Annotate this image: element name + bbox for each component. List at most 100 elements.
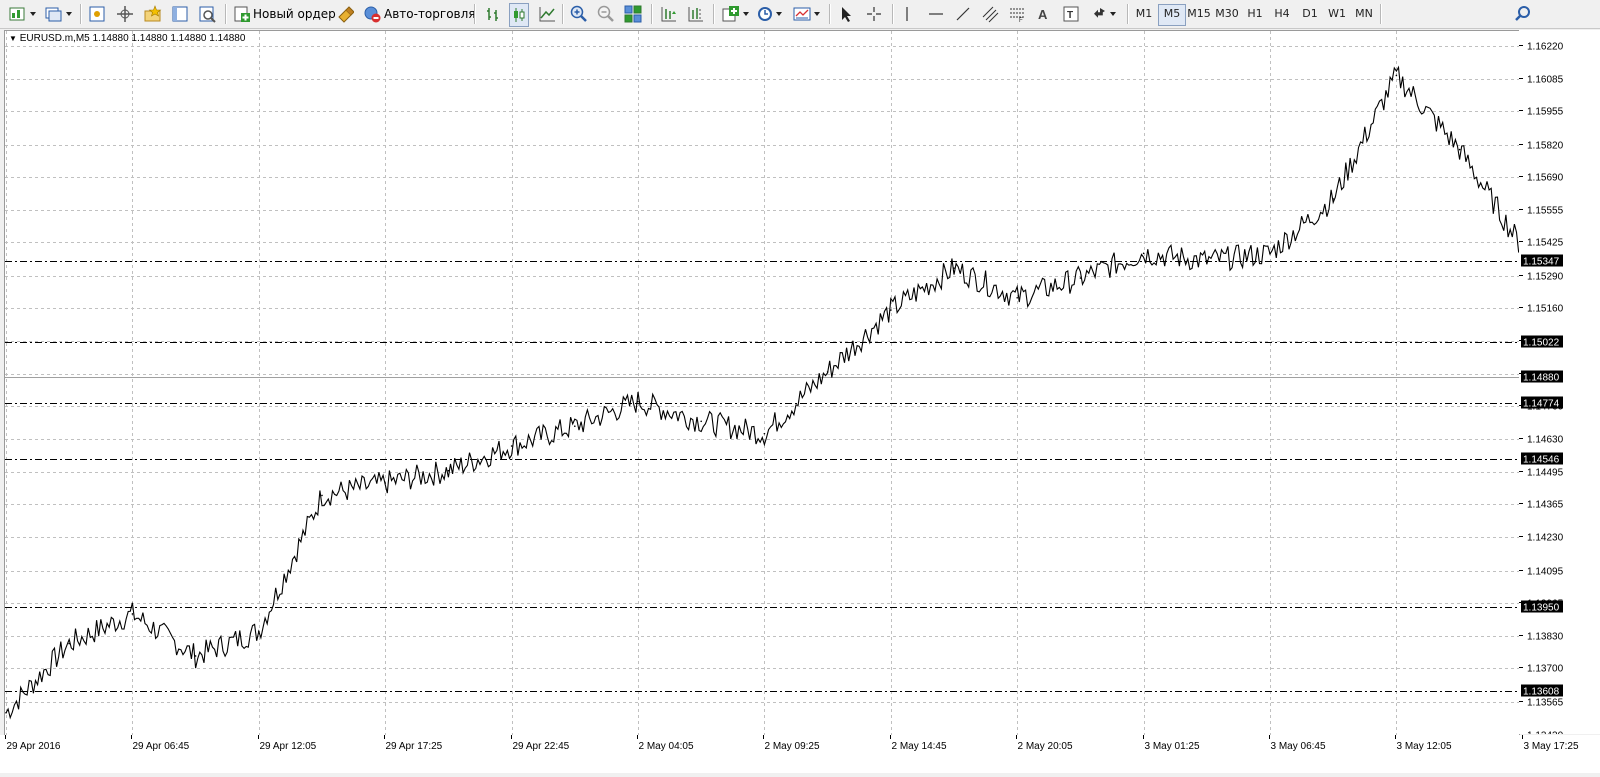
price-point xyxy=(1079,277,1082,279)
chart-area[interactable]: ▼ EURUSD.m,M5 1.14880 1.14880 1.14880 1.… xyxy=(4,30,1520,736)
level-price-label: 1.14546 xyxy=(1523,455,1560,466)
market-watch-icon xyxy=(89,6,105,22)
zoom-in-button[interactable] xyxy=(570,3,588,25)
price-point xyxy=(826,371,829,373)
candlestick-button[interactable] xyxy=(509,3,529,27)
bar-chart-button[interactable] xyxy=(484,3,502,25)
text-label-button[interactable]: T xyxy=(1062,3,1080,25)
horizontal-line-button[interactable] xyxy=(927,3,945,25)
tile-windows-icon xyxy=(624,5,642,23)
price-chart xyxy=(5,31,1519,735)
timeframe-m1[interactable]: M1 xyxy=(1131,4,1157,24)
auto-scroll-button[interactable] xyxy=(659,3,677,25)
timeframe-d1[interactable]: D1 xyxy=(1297,4,1323,24)
price-point xyxy=(1269,252,1271,255)
svg-text:F: F xyxy=(1019,18,1023,23)
vertical-line-icon xyxy=(906,7,908,21)
price-label: 1.15555 xyxy=(1527,206,1564,217)
price-point xyxy=(68,642,70,645)
price-point xyxy=(637,400,639,403)
arrows-button[interactable] xyxy=(1090,3,1116,25)
timeframe-h1[interactable]: H1 xyxy=(1242,4,1268,24)
metaeditor-button[interactable] xyxy=(336,3,354,25)
search-button[interactable] xyxy=(1514,3,1532,25)
market-watch-button[interactable] xyxy=(88,3,106,25)
main-toolbar: Новый ордер Авто-торговля F A T M1 M5 M1… xyxy=(0,0,1600,29)
navigator-button[interactable] xyxy=(116,3,134,25)
time-label: 2 May 04:05 xyxy=(639,741,694,752)
templates-button[interactable] xyxy=(792,3,820,25)
time-label: 29 Apr 2016 xyxy=(7,741,61,752)
price-point xyxy=(5,711,7,714)
timeframe-w1[interactable]: W1 xyxy=(1324,4,1350,24)
time-label: 29 Apr 17:25 xyxy=(386,741,443,752)
text-label-icon: T xyxy=(1063,6,1079,22)
new-order-icon xyxy=(234,6,250,22)
tile-windows-button[interactable] xyxy=(624,3,642,25)
price-label: 1.13700 xyxy=(1527,664,1564,675)
chart-shift-button[interactable] xyxy=(686,3,704,25)
crosshair-button[interactable] xyxy=(865,3,883,25)
periods-button[interactable] xyxy=(756,3,782,25)
line-chart-button[interactable] xyxy=(538,3,556,25)
price-point xyxy=(700,420,702,423)
chart-symbol-label: ▼ EURUSD.m,M5 1.14880 1.14880 1.14880 1.… xyxy=(9,33,246,44)
chart-shift-icon xyxy=(688,7,703,22)
templates-icon xyxy=(793,7,811,21)
price-label: 1.13830 xyxy=(1527,632,1564,643)
level-price-label: 1.15022 xyxy=(1523,338,1560,349)
indicators-button[interactable] xyxy=(721,3,749,25)
price-label: 1.15425 xyxy=(1527,238,1564,249)
profiles-button[interactable] xyxy=(44,3,72,25)
timeframe-m5[interactable]: M5 xyxy=(1158,4,1186,26)
price-point xyxy=(1458,148,1461,151)
time-label: 3 May 01:25 xyxy=(1145,741,1200,752)
price-point xyxy=(258,630,260,633)
timeframe-mn[interactable]: MN xyxy=(1351,4,1377,24)
zoom-out-button[interactable] xyxy=(597,3,615,25)
svg-text:T: T xyxy=(1067,10,1073,21)
time-label: 29 Apr 12:05 xyxy=(260,741,317,752)
price-label: 1.16220 xyxy=(1527,42,1564,53)
timeframe-m30[interactable]: M30 xyxy=(1214,4,1240,24)
new-chart-button[interactable] xyxy=(8,3,36,25)
text-a-icon: A xyxy=(1038,7,1048,22)
price-label: 1.14230 xyxy=(1527,533,1564,544)
trendline-icon xyxy=(956,7,970,21)
trendline-button[interactable] xyxy=(954,3,972,25)
auto-trading-button[interactable]: Авто-торговля xyxy=(363,3,476,25)
bar-chart-icon xyxy=(487,8,498,21)
clock-icon xyxy=(758,7,772,21)
time-label: 2 May 20:05 xyxy=(1018,741,1073,752)
favorites-button[interactable] xyxy=(143,3,163,25)
price-axis[interactable]: 1.16220 1.16085 1.15955 1.15820 1.15690 1.155… xyxy=(1519,30,1600,742)
arrows-icon xyxy=(1094,8,1105,18)
level-price-label: 1.14774 xyxy=(1523,399,1560,410)
terminal-button[interactable] xyxy=(171,3,189,25)
time-axis[interactable]: 29 Apr 2016 29 Apr 06:45 29 Apr 12:05 29 Ap… xyxy=(0,735,1600,773)
price-series-line xyxy=(5,65,1519,720)
strategy-tester-button[interactable] xyxy=(198,3,216,25)
zoom-out-icon xyxy=(597,5,614,22)
auto-scroll-icon xyxy=(661,7,676,22)
price-point xyxy=(321,494,323,497)
new-order-button[interactable]: Новый ордер xyxy=(233,3,336,25)
cursor-button[interactable] xyxy=(838,3,854,25)
price-point xyxy=(510,445,513,447)
star-folder-icon xyxy=(144,5,162,22)
fibonacci-button[interactable]: F xyxy=(1008,3,1026,25)
time-label: 3 May 06:45 xyxy=(1271,741,1326,752)
equidistant-channel-button[interactable] xyxy=(981,3,999,25)
text-tool-button[interactable]: A xyxy=(1036,3,1052,25)
level-price-label: 1.13950 xyxy=(1523,603,1560,614)
timeframe-m15[interactable]: M15 xyxy=(1186,4,1212,24)
channel-icon xyxy=(982,6,999,23)
price-label: 1.13565 xyxy=(1527,698,1564,709)
timeframe-h4[interactable]: H4 xyxy=(1269,4,1295,24)
new-order-label: Новый ордер xyxy=(253,7,336,21)
indicators-icon xyxy=(722,6,739,22)
price-label: 1.15290 xyxy=(1527,272,1564,283)
vertical-line-button[interactable] xyxy=(900,3,914,25)
price-point xyxy=(890,309,892,311)
price-point xyxy=(953,267,955,269)
